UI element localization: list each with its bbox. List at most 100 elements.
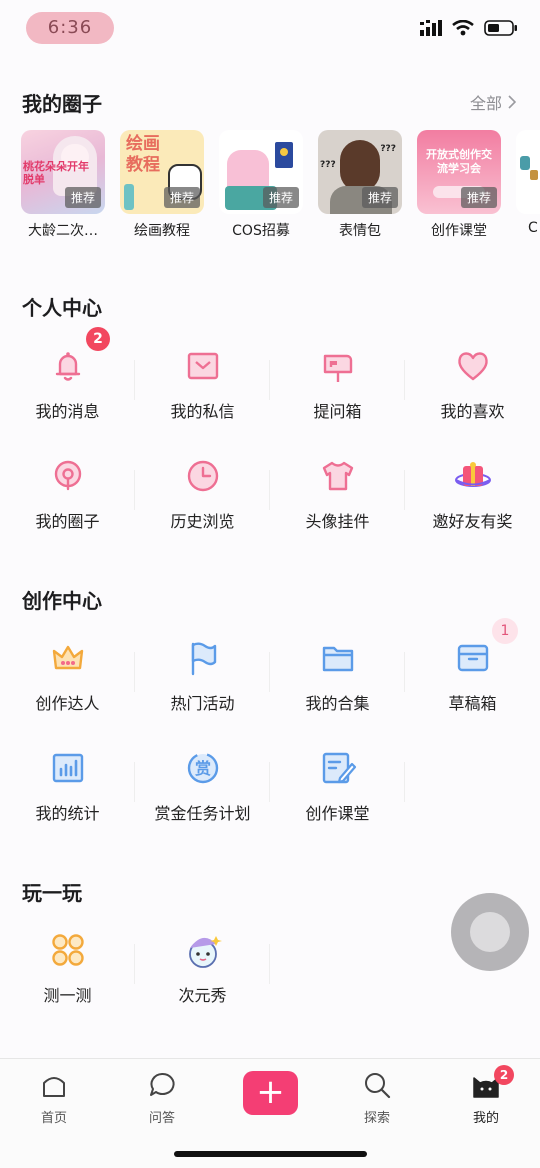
floating-assistive-button[interactable] <box>451 893 529 971</box>
circle-item[interactable]: 开放式创作交流学习会 推荐 创作课堂 <box>417 130 501 240</box>
my-stats-label: 我的统计 <box>35 804 100 823</box>
clock-icon <box>187 460 218 492</box>
creation-class-label: 创作课堂 <box>305 804 370 823</box>
mailbox-icon <box>323 354 352 382</box>
battery-icon <box>484 20 517 36</box>
circle-art-text: 绘画教程 <box>126 134 160 175</box>
question-box-label: 提问箱 <box>313 402 362 421</box>
my-stats-button[interactable]: 我的统计 <box>0 748 135 858</box>
browse-history-button[interactable]: 历史浏览 <box>135 456 270 566</box>
question-box-button[interactable]: 提问箱 <box>270 346 405 456</box>
circle-item[interactable]: ??? ??? 推荐 表情包 <box>318 130 402 240</box>
circle-art-text: ??? <box>320 160 336 170</box>
private-messages-button[interactable]: 我的私信 <box>135 346 270 456</box>
status-icons <box>420 20 518 36</box>
hot-events-label: 热门活动 <box>170 694 235 713</box>
four-circles-icon <box>51 934 84 966</box>
my-likes-label: 我的喜欢 <box>440 402 505 421</box>
circle-thumbnail: 桃花朵朵开年脱单 推荐 <box>21 130 105 214</box>
circle-name: 表情包 <box>339 223 381 239</box>
bar-chart-icon <box>52 753 83 783</box>
my-circles-button[interactable]: 我的圈子 <box>0 456 135 566</box>
circle-name: 绘画教程 <box>134 223 190 239</box>
circle-item[interactable]: C <box>516 130 540 236</box>
circle-name: 创作课堂 <box>431 223 487 239</box>
tab-qa-label: 问答 <box>148 1111 175 1126</box>
invite-friends-button[interactable]: 邀好友有奖 <box>405 456 540 566</box>
play-section-title: 玩一玩 <box>22 881 82 905</box>
crown-icon <box>52 645 83 670</box>
drafts-label: 草稿箱 <box>448 694 497 713</box>
heart-icon <box>457 352 488 381</box>
edit-note-icon <box>322 752 356 784</box>
dimension-show-label: 次元秀 <box>178 986 227 1005</box>
tab-qa[interactable]: 问答 <box>122 1071 202 1126</box>
circle-art-text: 桃花朵朵开年脱单 <box>23 160 89 186</box>
unread-badge: 2 <box>86 327 110 351</box>
reward-icon: 赏 <box>187 752 218 784</box>
circle-item[interactable]: 桃花朵朵开年脱单 推荐 大龄二次… <box>21 130 105 240</box>
tab-mine[interactable]: 2 我的 <box>446 1065 526 1126</box>
my-circles-label: 我的圈子 <box>35 512 100 531</box>
mine-tab-badge: 2 <box>494 1065 514 1085</box>
location-pin-icon <box>54 460 81 491</box>
home-indicator <box>174 1151 367 1157</box>
recommend-tag: 推荐 <box>361 187 398 208</box>
tab-home[interactable]: 首页 <box>14 1071 94 1126</box>
circle-art-text: 开放式创作交流学习会 <box>426 148 492 175</box>
chat-bubble-icon <box>150 1072 175 1096</box>
creator-expert-button[interactable]: 创作达人 <box>0 638 135 748</box>
see-all-circles-link[interactable]: 全部 <box>470 90 516 114</box>
floating-button-core <box>470 912 510 952</box>
circle-thumbnail: ??? ??? 推荐 <box>318 130 402 214</box>
creator-expert-label: 创作达人 <box>35 694 100 713</box>
wifi-icon <box>452 20 474 36</box>
status-bar: 6:36 <box>0 0 540 66</box>
recommend-tag: 推荐 <box>163 187 200 208</box>
folder-icon <box>322 646 353 672</box>
circle-thumbnail: 绘画教程 推荐 <box>120 130 204 214</box>
my-likes-button[interactable]: 我的喜欢 <box>405 346 540 456</box>
my-messages-label: 我的消息 <box>35 402 100 421</box>
cellular-signal-icon <box>420 20 442 36</box>
tab-home-label: 首页 <box>40 1111 67 1126</box>
tab-explore-label: 探索 <box>363 1111 390 1126</box>
home-icon <box>43 1077 65 1097</box>
mascot-icon <box>188 936 222 968</box>
circles-section-title: 我的圈子 <box>22 92 102 116</box>
bounty-task-button[interactable]: 赏 赏金任务计划 <box>135 748 270 858</box>
circle-name: C <box>528 220 538 236</box>
creation-class-button[interactable]: 创作课堂 <box>270 748 405 858</box>
quiz-button[interactable]: 测一测 <box>0 930 135 1040</box>
drafts-button[interactable]: 1 草稿箱 <box>405 618 540 748</box>
avatar-pendant-label: 头像挂件 <box>305 512 370 531</box>
circle-item[interactable]: 推荐 COS招募 <box>219 130 303 240</box>
see-all-label: 全部 <box>469 94 502 113</box>
recommend-tag: 推荐 <box>262 187 299 208</box>
browse-history-label: 历史浏览 <box>170 512 235 531</box>
circle-thumbnail: 开放式创作交流学习会 推荐 <box>417 130 501 214</box>
tab-explore[interactable]: 探索 <box>337 1071 417 1126</box>
my-collections-label: 我的合集 <box>305 694 370 713</box>
circle-thumbnail <box>516 130 540 214</box>
private-messages-label: 我的私信 <box>170 402 235 421</box>
dimension-show-button[interactable]: 次元秀 <box>135 930 270 1040</box>
gift-planet-icon <box>454 462 491 487</box>
circle-art-text-2: ??? <box>380 144 396 154</box>
my-messages-button[interactable]: 2 我的消息 <box>0 327 135 456</box>
recommend-tag: 推荐 <box>460 187 497 208</box>
tshirt-icon <box>322 461 353 491</box>
search-icon <box>365 1073 391 1099</box>
avatar-pendant-button[interactable]: 头像挂件 <box>270 456 405 566</box>
create-post-button[interactable]: + <box>243 1071 298 1115</box>
circle-name: COS招募 <box>232 223 290 239</box>
circle-item[interactable]: 绘画教程 推荐 绘画教程 <box>120 130 204 240</box>
hot-events-button[interactable]: 热门活动 <box>135 638 270 748</box>
drafts-badge: 1 <box>492 618 518 644</box>
flag-icon <box>191 642 216 676</box>
personal-center-title: 个人中心 <box>22 296 102 320</box>
my-collections-button[interactable]: 我的合集 <box>270 638 405 748</box>
circles-row[interactable]: 桃花朵朵开年脱单 推荐 大龄二次… 绘画教程 推荐 绘画教程 推荐 COS招募 … <box>0 130 540 250</box>
circle-thumbnail: 推荐 <box>219 130 303 214</box>
recommend-tag: 推荐 <box>64 187 101 208</box>
